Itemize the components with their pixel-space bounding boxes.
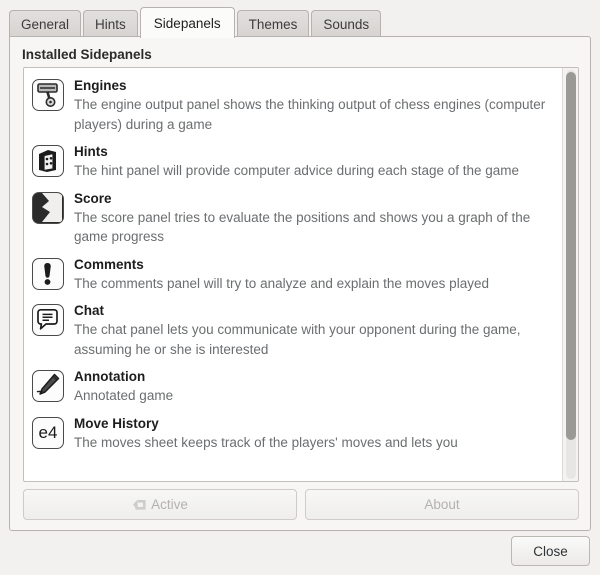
list-item-description: The moves sheet keeps track of the playe…: [74, 434, 458, 450]
installed-sidepanels-list[interactable]: Engines The engine output panel shows th…: [23, 67, 579, 482]
dialog-action-area: Close: [0, 532, 600, 575]
list-item-title: Move History: [74, 415, 159, 431]
list-item-text: Engines The engine output panel shows th…: [74, 76, 556, 134]
tab-general[interactable]: General: [9, 10, 82, 37]
list-item-text: Comments The comments panel will try to …: [74, 255, 556, 294]
active-button-label: Active: [151, 497, 188, 512]
list-inner: Engines The engine output panel shows th…: [24, 68, 562, 456]
tab-sidepanels[interactable]: Sidepanels: [139, 7, 235, 38]
list-item-title: Engines: [74, 78, 127, 93]
active-button[interactable]: Active: [23, 489, 297, 520]
list-item-title: Annotation: [74, 369, 146, 384]
score-graph-icon: [31, 191, 65, 225]
notebook-tabbar: General Hints Sidepanels Themes Sounds: [0, 0, 600, 38]
e4-icon-label: e4: [38, 422, 58, 442]
page-title: Installed Sidepanels: [22, 47, 152, 62]
tab-themes[interactable]: Themes: [236, 10, 310, 37]
list-item[interactable]: Score The score panel tries to evaluate …: [24, 185, 562, 251]
about-button-label: About: [424, 497, 460, 512]
tab-themes-label: Themes: [248, 16, 298, 32]
list-viewport: Engines The engine output panel shows th…: [24, 68, 562, 481]
list-item-title: Comments: [74, 256, 144, 272]
list-item[interactable]: Hints The hint panel will provide comput…: [24, 138, 562, 185]
e4-icon: e4: [31, 416, 65, 450]
scrollbar-thumb[interactable]: [566, 72, 576, 440]
panel-action-buttons: Active About: [23, 489, 579, 520]
pencil-icon: [31, 369, 65, 403]
tab-sounds[interactable]: Sounds: [311, 10, 382, 37]
list-item-description: The comments panel will try to analyze a…: [74, 275, 489, 291]
list-item-description: The chat panel lets you communicate with…: [74, 322, 521, 357]
list-item-description: The hint panel will provide computer adv…: [74, 163, 520, 178]
list-item-text: Chat The chat panel lets you communicate…: [74, 301, 556, 359]
list-item-text: Annotation Annotated game: [74, 367, 556, 406]
undo-arrow-icon: [133, 498, 146, 510]
sidepanels-page: Installed Sidepanels Engines The engine …: [9, 36, 591, 531]
tab-hints[interactable]: Hints: [83, 10, 138, 37]
list-item[interactable]: e4 Move History The moves sheet keeps tr…: [24, 410, 562, 457]
list-item[interactable]: Comments The comments panel will try to …: [24, 251, 562, 298]
list-item-description: The engine output panel shows the thinki…: [74, 97, 546, 132]
piston-icon: [31, 78, 65, 112]
list-item-description: The score panel tries to evaluate the po…: [74, 209, 531, 245]
list-item-text: Move History The moves sheet keeps track…: [74, 414, 556, 453]
exclamation-icon: [31, 257, 65, 291]
list-item-description: Annotated game: [74, 388, 174, 403]
list-item-title: Score: [74, 190, 112, 206]
tab-general-label: General: [21, 16, 70, 32]
list-item[interactable]: Annotation Annotated game: [24, 363, 562, 410]
list-scrollbar[interactable]: [562, 68, 578, 481]
list-item-text: Score The score panel tries to evaluate …: [74, 189, 556, 247]
close-button[interactable]: Close: [511, 536, 590, 566]
list-item-title: Hints: [74, 144, 108, 159]
tab-hints-label: Hints: [95, 16, 126, 32]
list-item[interactable]: Engines The engine output panel shows th…: [24, 72, 562, 138]
speech-bubble-icon: [31, 303, 65, 337]
tab-sounds-label: Sounds: [323, 16, 370, 32]
list-item[interactable]: Chat The chat panel lets you communicate…: [24, 297, 562, 363]
list-item-title: Chat: [74, 303, 104, 318]
dice-icon: [31, 144, 65, 178]
tab-sidepanels-label: Sidepanels: [153, 15, 221, 31]
list-item-text: Hints The hint panel will provide comput…: [74, 142, 556, 181]
close-button-label: Close: [533, 543, 568, 559]
about-button[interactable]: About: [305, 489, 579, 520]
